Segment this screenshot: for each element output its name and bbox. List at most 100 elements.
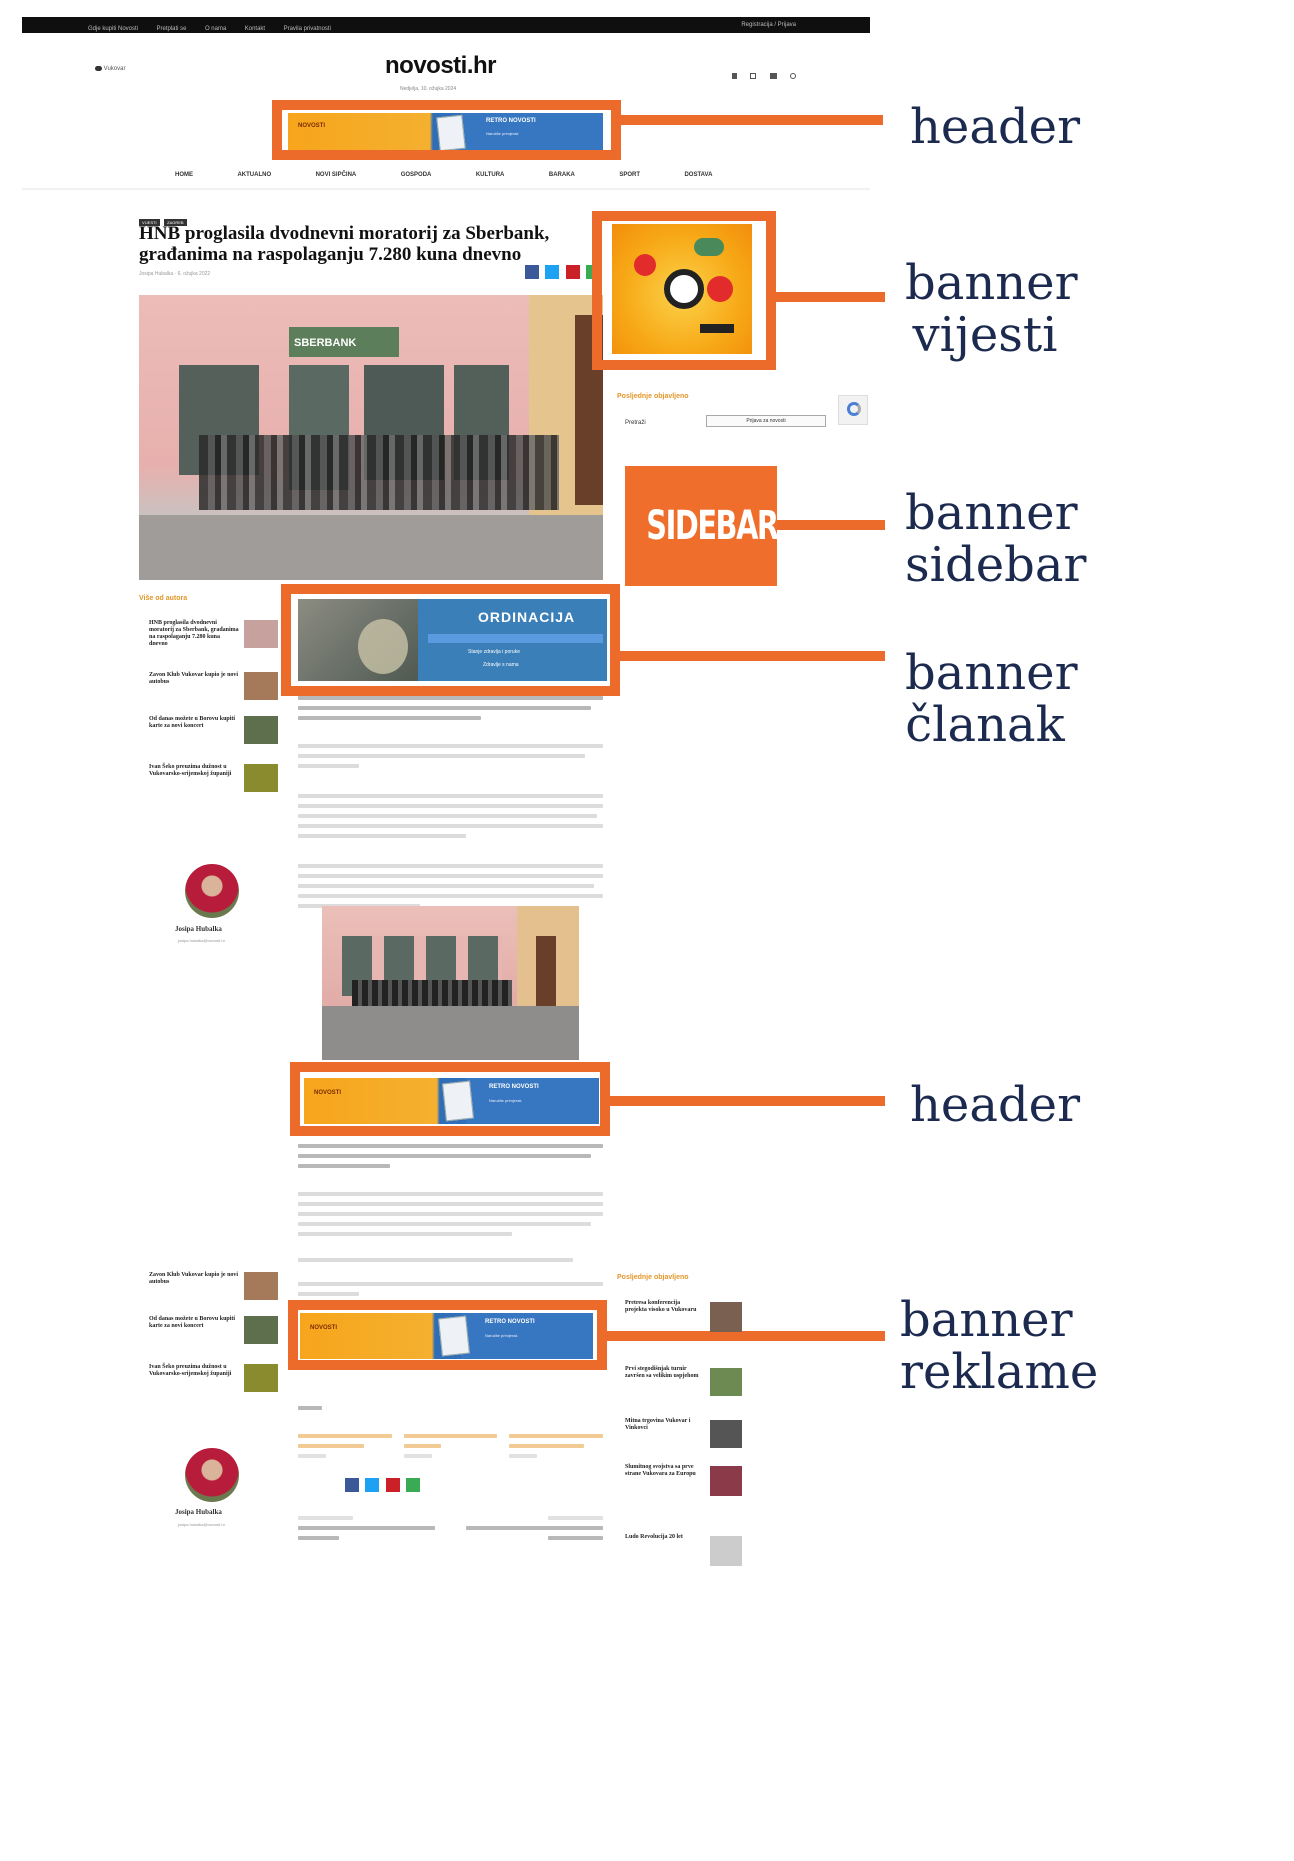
pinterest-share-icon[interactable] — [385, 1478, 400, 1492]
instagram-icon[interactable] — [750, 73, 757, 79]
sun-icon — [95, 66, 102, 71]
list-thumbnail — [710, 1302, 742, 1332]
weather-widget: Vukovar — [95, 66, 125, 72]
list-thumbnail — [244, 1364, 278, 1392]
annotation-frame-vijesti — [592, 211, 776, 370]
newsletter-button[interactable]: Prijava za novosti — [706, 415, 826, 427]
nav-item[interactable]: GOSPODA — [401, 172, 432, 178]
annotation-frame-reklame — [288, 1300, 607, 1370]
list-item[interactable]: Slumitnog svojstva sa prve strane Vukova… — [625, 1464, 745, 1534]
list-item[interactable]: Prvi stegodišnjak turnir završen sa veli… — [625, 1366, 745, 1418]
nav-item[interactable]: AKTUALNO — [237, 172, 271, 178]
login-link[interactable]: Registracija / Prijava — [741, 17, 796, 33]
annotation-line — [776, 292, 885, 302]
author-email-2[interactable]: josipa.hubalka@novosti.hr — [178, 1522, 225, 1527]
annotation-frame-header-2 — [290, 1062, 610, 1136]
pinterest-share-icon[interactable] — [565, 265, 580, 279]
annotation-frame-header — [272, 100, 621, 160]
author-email[interactable]: josipa.hubalka@novosti.hr — [178, 938, 225, 943]
article-second-image — [322, 906, 579, 1060]
whatsapp-share-icon[interactable] — [406, 1478, 421, 1492]
list-item[interactable]: Zavon Klub Vukovar kupio je novi autobus — [149, 672, 279, 716]
list-thumbnail — [710, 1368, 742, 1396]
header-divider — [22, 188, 870, 190]
list-item[interactable]: Ludo Revolucija 20 let — [625, 1534, 745, 1574]
list-thumbnail — [244, 716, 278, 744]
list-item[interactable]: Od danas možete u Borovu kupiti karte za… — [149, 716, 279, 764]
nav-item[interactable]: KULTURA — [476, 172, 505, 178]
author-avatar — [185, 864, 239, 918]
list-thumbnail — [244, 1272, 278, 1300]
sidebar-ad-banner[interactable]: SIDEBAR — [625, 466, 779, 586]
sidebar-recent-list: Pretresa konferencija projekta visoko u … — [625, 1300, 745, 1574]
share-buttons-bottom — [345, 1478, 421, 1497]
list-item[interactable]: Pretresa konferencija projekta visoko u … — [625, 1300, 745, 1366]
author-list-2: Zavon Klub Vukovar kupio je novi autobus… — [149, 1272, 279, 1408]
facebook-share-icon[interactable] — [525, 265, 539, 279]
author-avatar-2 — [185, 1448, 239, 1502]
nav-item[interactable]: NOVI SIPČINA — [316, 172, 357, 178]
list-thumbnail — [710, 1420, 742, 1448]
post-navigation — [298, 1510, 603, 1546]
annotation-line — [621, 115, 883, 125]
annotation-label: banner članak — [905, 645, 1078, 753]
nav-item[interactable]: BARAKA — [549, 172, 575, 178]
list-item[interactable]: Zavon Klub Vukovar kupio je novi autobus — [149, 1272, 279, 1316]
nav-item[interactable]: SPORT — [619, 172, 640, 178]
header-date: Nedjelja, 10. ožujka 2024 — [400, 86, 457, 92]
annotation-label: header — [910, 99, 1081, 155]
annotation-label: header — [910, 1077, 1081, 1133]
top-bar: Gdje kupiti Novosti Pretplati se O nama … — [22, 17, 870, 33]
annotation-line — [777, 520, 885, 530]
list-item[interactable]: HNB proglasila dvodnevni moratorij za Sb… — [149, 620, 279, 672]
list-item[interactable]: Ivan Šeko preuzima dužnost u Vukovarsko-… — [149, 1364, 279, 1408]
topbar-link[interactable]: Pravila privatnosti — [284, 26, 331, 32]
article-meta: Josipa Hubalka · 6. ožujka 2022 — [139, 271, 211, 277]
twitter-share-icon[interactable] — [545, 265, 560, 279]
topbar-link[interactable]: O nama — [205, 26, 226, 32]
facebook-icon[interactable] — [732, 73, 737, 79]
main-nav: HOME AKTUALNO NOVI SIPČINA GOSPODA KULTU… — [175, 163, 775, 181]
recaptcha-icon — [838, 395, 868, 425]
annotation-label: banner vijesti — [905, 255, 1078, 363]
share-buttons — [525, 265, 593, 284]
list-item[interactable]: Od danas možete u Borovu kupiti karte za… — [149, 1316, 279, 1364]
youtube-icon[interactable] — [769, 73, 777, 79]
annotation-label: banner reklame — [900, 1292, 1099, 1400]
nav-item[interactable]: DOSTAVA — [684, 172, 712, 178]
author-list: HNB proglasila dvodnevni moratorij za Sb… — [149, 620, 279, 808]
list-thumbnail — [244, 764, 278, 792]
search-icon[interactable] — [790, 73, 797, 79]
nav-item[interactable]: HOME — [175, 172, 193, 178]
annotation-line — [620, 651, 885, 661]
article-hero-image: SBERBANK — [139, 295, 603, 580]
facebook-share-icon[interactable] — [345, 1478, 359, 1492]
article-body-text — [298, 690, 603, 914]
list-item[interactable]: Ivan Šeko preuzima dužnost u Vukovarsko-… — [149, 764, 279, 808]
topbar-link[interactable]: Kontakt — [245, 26, 265, 32]
author-name-2[interactable]: Josipa Hubalka — [175, 1508, 222, 1516]
related-posts — [298, 1400, 604, 1464]
more-by-author-heading: Više od autora — [139, 595, 188, 602]
topbar-link[interactable]: Pretplati se — [156, 26, 186, 32]
list-thumbnail — [244, 672, 278, 700]
author-name[interactable]: Josipa Hubalka — [175, 925, 222, 933]
annotation-frame-clanak — [281, 584, 620, 696]
twitter-share-icon[interactable] — [365, 1478, 380, 1492]
annotation-label: banner sidebar — [905, 485, 1087, 593]
article-title: HNB proglasila dvodnevni moratorij za Sb… — [139, 223, 550, 265]
annotation-line — [610, 1096, 885, 1106]
sberbank-sign: SBERBANK — [294, 337, 357, 349]
sidebar-recent-heading: Posljednje objavljeno — [617, 393, 689, 400]
site-logo[interactable]: novosti.hr — [385, 52, 497, 80]
article-body-text-2 — [298, 1138, 603, 1302]
list-thumbnail — [710, 1466, 742, 1496]
list-thumbnail — [710, 1536, 742, 1566]
sidebar-recent-heading-2: Posljednje objavljeno — [617, 1274, 689, 1281]
list-thumbnail — [244, 1316, 278, 1344]
list-item[interactable]: Mitna trgovina Vukovar i Vinkovci — [625, 1418, 745, 1464]
social-icons — [732, 66, 797, 84]
newsletter-label: Pretraži — [625, 420, 646, 426]
topbar-link[interactable]: Gdje kupiti Novosti — [88, 26, 138, 32]
list-thumbnail — [244, 620, 278, 648]
